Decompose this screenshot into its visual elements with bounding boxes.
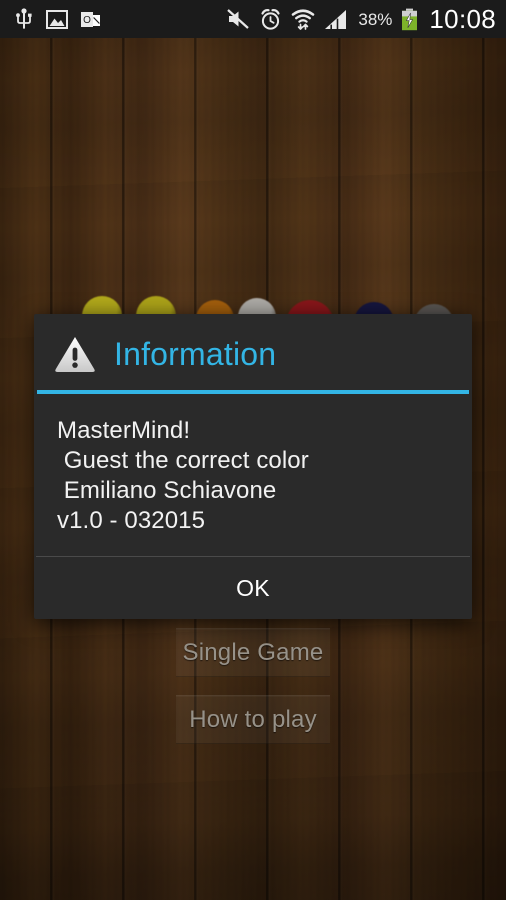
status-bar-right-icons: 38% 10:08 [226, 6, 506, 32]
status-bar-clock: 10:08 [429, 4, 496, 34]
alarm-icon [259, 8, 282, 31]
image-icon [46, 9, 68, 29]
message-line: MasterMind! [57, 417, 191, 444]
dialog-title: Information [114, 336, 277, 372]
dialog-message: MasterMind! Guest the correct color Emil… [34, 394, 472, 556]
message-line: Emiliano Schiavone [57, 477, 277, 504]
dialog-button-bar: OK [34, 557, 472, 619]
outlook-icon: O [80, 10, 101, 29]
status-bar: O 38% 10:08 [0, 0, 506, 38]
battery-charging-icon [401, 8, 418, 31]
battery-percent-label: 38% [358, 9, 393, 29]
information-dialog: Information MasterMind! Guest the correc… [34, 314, 472, 619]
status-bar-left-icons: O [0, 8, 101, 30]
svg-text:O: O [83, 15, 91, 26]
warning-triangle-icon [53, 332, 97, 376]
signal-icon [324, 9, 349, 30]
usb-icon [14, 8, 34, 30]
phone-screen: Single Game How to play Information Mast… [0, 0, 506, 900]
ok-button[interactable]: OK [190, 565, 316, 612]
wifi-icon [291, 8, 315, 31]
message-line: v1.0 - 032015 [57, 507, 206, 534]
message-line: Guest the correct color [57, 447, 309, 474]
dialog-header: Information [34, 314, 472, 390]
mute-icon [226, 8, 250, 30]
